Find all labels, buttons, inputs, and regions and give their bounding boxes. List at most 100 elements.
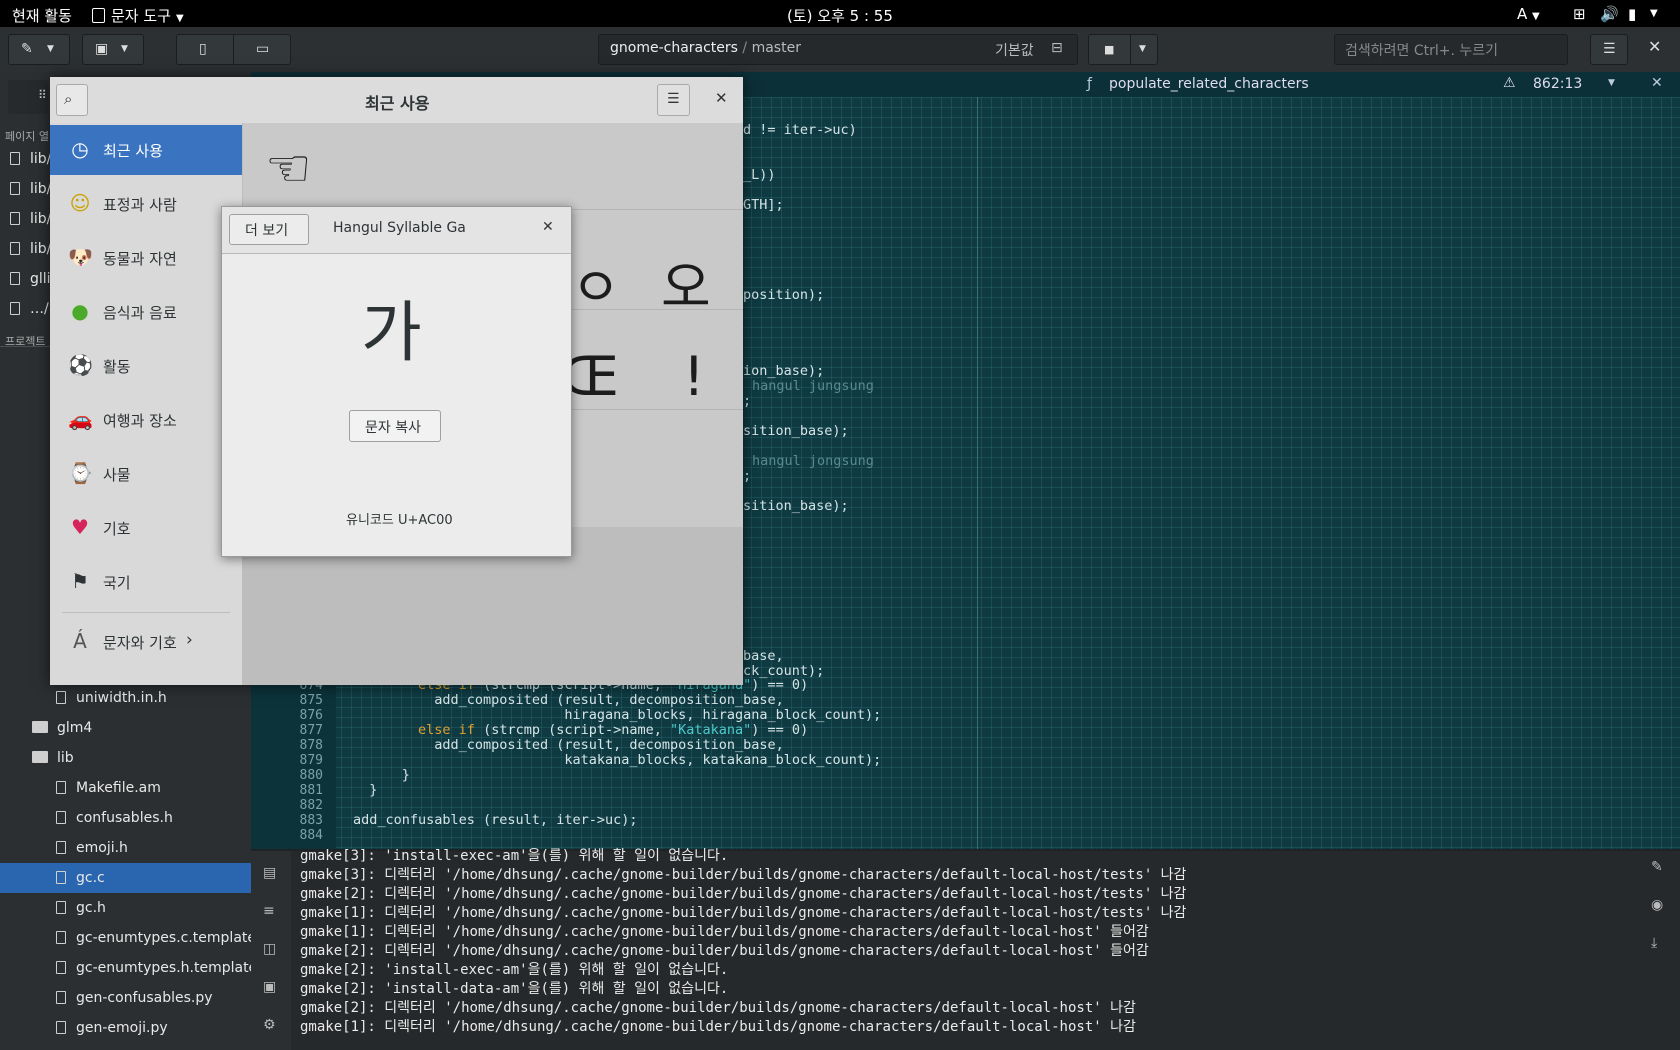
category-car[interactable]: 🚗 여행과 장소	[50, 395, 242, 445]
character-cell[interactable]: ㅇ	[571, 243, 621, 322]
run-icon: ▣	[95, 41, 109, 57]
close-icon[interactable]: ✕	[542, 219, 554, 235]
search-input[interactable]: 검색하려면 Ctrl+. 누르기	[1334, 34, 1568, 65]
todo-icon[interactable]: ≡	[263, 903, 275, 919]
warning-icon[interactable]: ⚠	[1503, 75, 1516, 91]
tree-item-folder[interactable]: lib	[32, 750, 74, 766]
settings-icon[interactable]: ⚙	[263, 1017, 276, 1033]
category-soccer[interactable]: ⚽ 활동	[50, 341, 242, 391]
chevron-down-icon[interactable]: ▼	[1608, 78, 1615, 88]
category-apple[interactable]: ● 음식과 음료	[50, 287, 242, 337]
category-dog[interactable]: 🐶 동물과 자연	[50, 233, 242, 283]
code-fragment: sition_base);	[743, 498, 849, 514]
tree-item-file[interactable]: Makefile.am	[56, 780, 161, 796]
file-icon	[10, 302, 20, 315]
car-icon: 🚗	[68, 407, 93, 431]
menu-button[interactable]: ☰	[657, 84, 690, 116]
character-preview: 가	[361, 294, 422, 371]
character-cell[interactable]: ☜	[265, 139, 312, 199]
code-line: add_confusables (result, iter->uc);	[353, 812, 638, 828]
category-label: 음식과 음료	[103, 304, 177, 322]
panel-switcher: ▤ ≡ ◫ ▣ ⚙	[251, 851, 291, 1050]
run-menu-button[interactable]: ▣ ▼	[82, 34, 144, 65]
search-icon: ⌕	[64, 90, 73, 108]
sidebar-switcher-button[interactable]: ⠿	[8, 80, 48, 114]
category-heart[interactable]: ♥ 기호	[50, 503, 242, 553]
main-menu-button[interactable]: ☰	[1590, 34, 1628, 65]
category-watch[interactable]: ⌚ 사물	[50, 449, 242, 499]
line-number: 882	[299, 798, 323, 813]
build-button[interactable]: ■	[1088, 34, 1131, 65]
see-more-button[interactable]: 더 보기	[229, 214, 309, 245]
build-log-icon[interactable]: ▤	[263, 865, 276, 881]
save-log-icon[interactable]: ⤓	[1651, 935, 1657, 951]
open-page-item[interactable]: lib/	[10, 241, 51, 257]
tree-item-file[interactable]: confusables.h	[56, 810, 173, 826]
category-letters-symbols[interactable]: Á 문자와 기호 ›	[50, 617, 242, 667]
build-options-button[interactable]: ▼	[1130, 34, 1158, 65]
build-status-icon: ⊟	[1051, 40, 1063, 56]
close-icon[interactable]: ✕	[715, 89, 728, 107]
category-checkered-flag[interactable]: ⚑ 국기	[50, 557, 242, 607]
open-page-item[interactable]: glli	[10, 271, 51, 287]
character-cell[interactable]: !	[683, 345, 705, 408]
log-line: gmake[2]: 디렉터리 '/home/dhsung/.cache/gnom…	[300, 1000, 1136, 1016]
hamburger-icon: ☰	[667, 91, 680, 107]
chevron-down-icon: ▼	[1139, 44, 1146, 54]
open-page-item[interactable]: …/	[10, 301, 49, 317]
search-button[interactable]: ⌕	[56, 84, 88, 116]
open-page-item[interactable]: lib/	[10, 151, 51, 167]
character-cell[interactable]: 오	[661, 243, 711, 322]
category-smiley[interactable]: ☺ 표정과 사람	[50, 179, 242, 229]
clear-icon[interactable]: ✎	[1651, 859, 1663, 875]
dog-icon: 🐶	[68, 245, 93, 269]
terminal-icon[interactable]: ▣	[263, 979, 276, 995]
battery-icon[interactable]: ▮	[1628, 5, 1636, 23]
tree-item-file[interactable]: gc.c	[56, 870, 105, 886]
code-line: add_composited (result, decomposition_ba…	[434, 737, 784, 753]
network-icon[interactable]: ⊞	[1573, 5, 1586, 23]
copy-character-button[interactable]: 문자 복사	[349, 410, 441, 442]
activities-button[interactable]: 현재 활동	[12, 5, 72, 26]
tree-item-folder[interactable]: glm4	[32, 720, 92, 736]
toggle-left-panel-button[interactable]: ▯	[176, 34, 234, 65]
hammer-icon: ✎	[21, 41, 33, 57]
category-clock[interactable]: ◷ 최근 사용	[50, 125, 242, 175]
chevron-down-icon: ▼	[47, 44, 54, 54]
hamburger-icon: ☰	[1603, 41, 1616, 57]
app-menu[interactable]: 문자 도구 ▼	[92, 5, 184, 26]
category-label: 국기	[103, 574, 131, 592]
build-menu-button[interactable]: ✎ ▼	[8, 34, 70, 65]
log-line: gmake[2]: 디렉터리 '/home/dhsung/.cache/gnom…	[300, 886, 1187, 902]
volume-icon[interactable]: 🔊	[1600, 5, 1619, 23]
tree-item-file[interactable]: gen-emoji.py	[56, 1020, 168, 1036]
close-tab-icon[interactable]: ✕	[1651, 75, 1663, 91]
watch-icon: ⌚	[68, 461, 93, 485]
profiler-icon[interactable]: ◫	[263, 941, 276, 957]
tree-item-file[interactable]: gc-enumtypes.c.template	[56, 930, 256, 946]
tree-item-file[interactable]: emoji.h	[56, 840, 128, 856]
tree-item-file[interactable]: gen-confusables.py	[56, 990, 213, 1006]
folder-icon	[32, 751, 48, 763]
open-page-item[interactable]: lib/	[10, 211, 51, 227]
code-line: }	[401, 767, 410, 783]
toggle-bottom-panel-button[interactable]: ▭	[233, 34, 291, 65]
codepoint-label: 유니코드 U+AC00	[346, 513, 453, 528]
system-menu-chevron-icon[interactable]: ▼	[1650, 8, 1658, 19]
current-symbol[interactable]: populate_related_characters	[1109, 76, 1309, 92]
tree-item-file[interactable]: uniwidth.in.h	[56, 690, 167, 706]
file-icon	[56, 961, 66, 974]
record-icon[interactable]: ◉	[1651, 897, 1663, 913]
code-fragment: position);	[743, 287, 825, 303]
open-page-item[interactable]: lib/	[10, 181, 51, 197]
category-label: 표정과 사람	[103, 196, 177, 214]
clock[interactable]: (토) 오후 5 : 55	[787, 5, 893, 26]
stop-icon: ■	[1104, 43, 1115, 56]
close-icon[interactable]: ✕	[1648, 37, 1661, 56]
tree-item-file[interactable]: gc-enumtypes.h.template	[56, 960, 257, 976]
tree-item-file[interactable]: gc.h	[56, 900, 106, 916]
project-path-box[interactable]: gnome-characters / master 기본값 ⊟	[598, 34, 1078, 65]
code-fragment: ;	[743, 393, 752, 409]
log-line: gmake[3]: 디렉터리 '/home/dhsung/.cache/gnom…	[300, 867, 1187, 883]
input-method-indicator[interactable]: A ▼	[1517, 5, 1540, 23]
